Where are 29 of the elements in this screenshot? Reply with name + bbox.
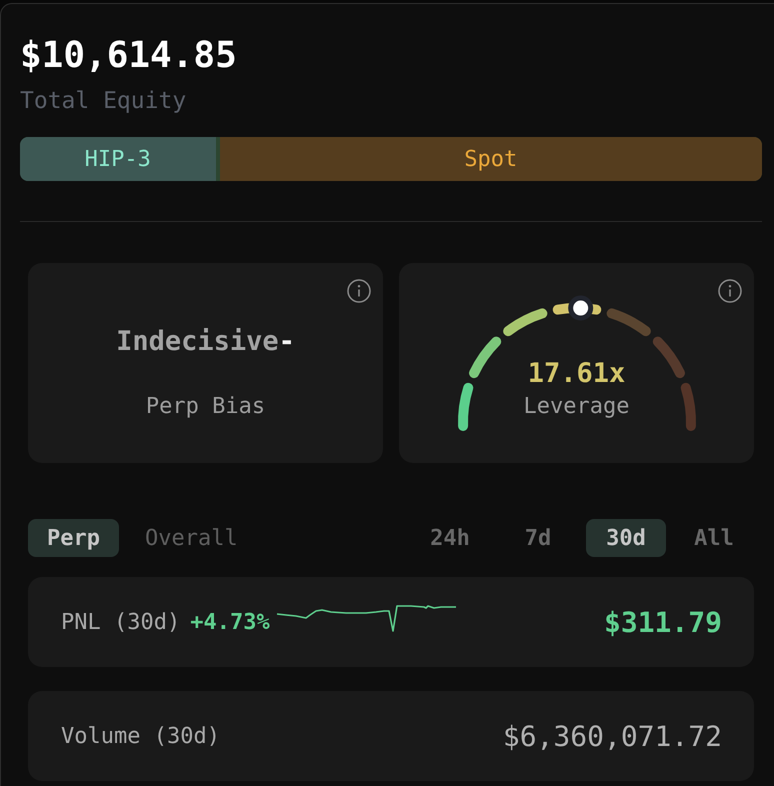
pnl-label: PNL (30d) (61, 610, 180, 634)
bias-suffix: - (278, 326, 295, 357)
gauge-segment (458, 382, 474, 431)
gauge-segment (503, 308, 548, 336)
volume-label: Volume (30d) (61, 724, 220, 748)
gauge-segment (552, 303, 602, 315)
info-icon[interactable] (718, 279, 742, 303)
range-tab[interactable]: 30d (586, 519, 666, 557)
scope-tab[interactable]: Overall (126, 519, 257, 557)
volume-value: $6,360,071.72 (502, 720, 722, 752)
total-equity-label: Total Equity (20, 87, 186, 116)
allocation-segment: HIP-3 (20, 137, 216, 181)
bias-value: Indecisive (116, 326, 279, 357)
range-tab[interactable]: All (674, 519, 754, 557)
gauge-segment (680, 382, 696, 431)
range-tab[interactable]: 7d (498, 519, 578, 557)
gauge-segment (469, 336, 502, 378)
range-tab[interactable]: 24h (410, 519, 490, 557)
pnl-change: +4.73% (190, 610, 270, 634)
leverage-label: Leverage (524, 393, 630, 421)
bias-label: Perp Bias (146, 393, 266, 421)
scope-tab[interactable]: Perp (28, 519, 119, 557)
gauge-segment (652, 336, 685, 378)
total-equity-value: $10,614.85 (20, 34, 237, 78)
leverage-value: 17.61x (528, 358, 626, 390)
info-icon[interactable] (347, 279, 371, 303)
allocation-segment: Spot (220, 137, 762, 181)
pnl-value: $311.79 (604, 606, 722, 638)
gauge-segment (606, 308, 651, 336)
